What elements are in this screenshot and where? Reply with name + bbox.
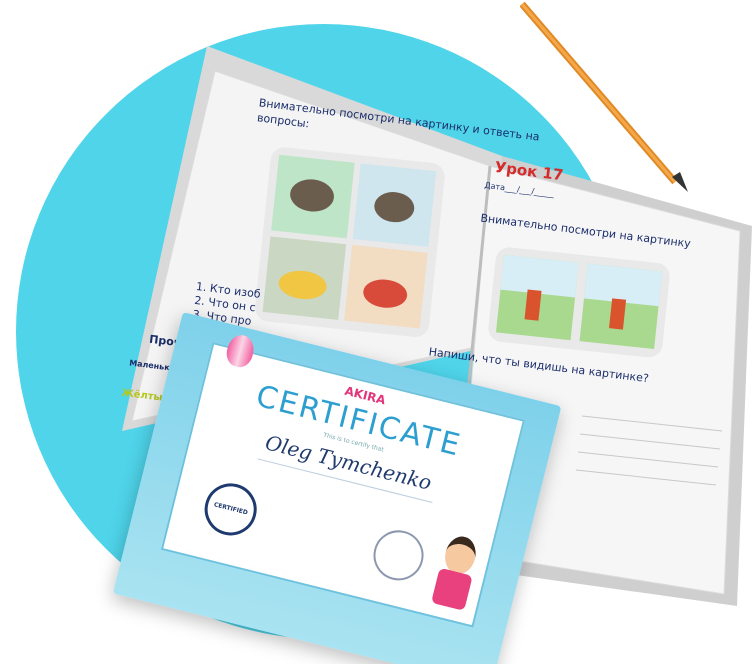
right-instruction: Внимательно посмотри на картинку <box>479 211 692 251</box>
date-field: Дата___/___/_____ <box>483 180 555 199</box>
stamp-seal <box>368 525 429 586</box>
certified-badge: CERTIFIED <box>199 477 263 541</box>
scene: Внимательно посмотри на картинку и ответ… <box>0 0 754 664</box>
